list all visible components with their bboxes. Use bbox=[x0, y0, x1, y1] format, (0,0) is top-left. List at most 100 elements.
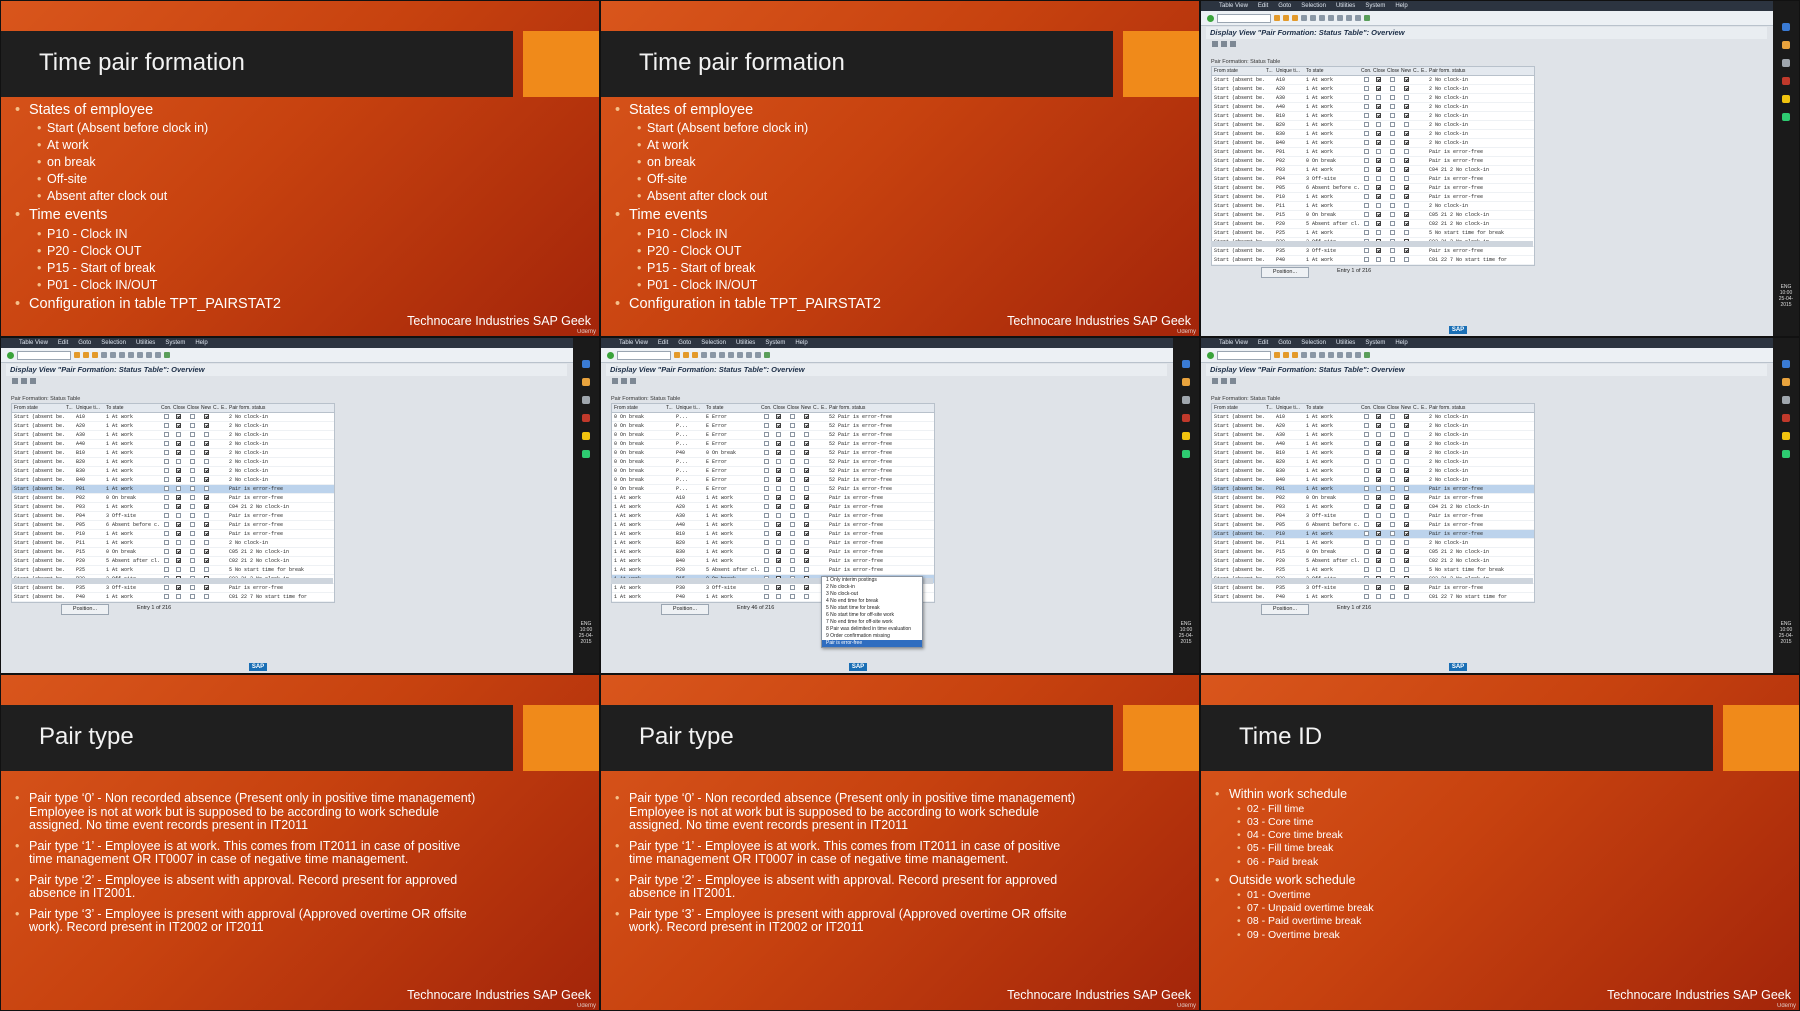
table-row[interactable]: Start (absent be...B401 At work2 No cloc… bbox=[1212, 139, 1534, 148]
table-row[interactable]: Start (absent be...P043 Off-sitePair is … bbox=[12, 512, 334, 521]
checkbox[interactable] bbox=[764, 558, 769, 563]
from-state-cell[interactable]: Start (absent be... bbox=[1212, 413, 1264, 421]
taskbar-app-icon[interactable] bbox=[1782, 113, 1790, 121]
taskbar-app-icon[interactable] bbox=[1182, 414, 1190, 422]
checkbox[interactable] bbox=[190, 594, 195, 599]
pair-status-cell[interactable]: Pair is error-free bbox=[227, 485, 307, 493]
time-event-cell[interactable]: P40 bbox=[674, 593, 704, 601]
table-row[interactable]: Start (absent be...A301 At work2 No cloc… bbox=[1212, 431, 1534, 440]
checkbox[interactable] bbox=[176, 477, 181, 482]
time-event-cell[interactable]: P35 bbox=[74, 584, 104, 592]
checkbox[interactable] bbox=[1376, 441, 1381, 446]
from-state-cell[interactable]: Start (absent be... bbox=[12, 476, 64, 484]
checkbox[interactable] bbox=[1376, 104, 1381, 109]
checkbox[interactable] bbox=[176, 459, 181, 464]
checkbox[interactable] bbox=[1376, 248, 1381, 253]
checkbox[interactable] bbox=[1376, 140, 1381, 145]
checkbox[interactable] bbox=[1364, 149, 1369, 154]
next-page-icon[interactable] bbox=[1346, 352, 1352, 358]
taskbar-app-icon[interactable] bbox=[582, 432, 590, 440]
time-event-cell[interactable]: B40 bbox=[74, 476, 104, 484]
checkbox[interactable] bbox=[776, 423, 781, 428]
enter-icon[interactable] bbox=[1207, 351, 1214, 359]
checkbox[interactable] bbox=[176, 594, 181, 599]
time-event-cell[interactable]: P40 bbox=[1274, 256, 1304, 264]
table-row[interactable]: 0 On break P... E Error 52 Pair is error-fr… bbox=[612, 422, 934, 431]
taskbar-app-icon[interactable] bbox=[1182, 378, 1190, 386]
to-state-cell[interactable]: 5 Absent after cl... bbox=[704, 566, 759, 574]
menu-item[interactable]: Edit bbox=[658, 340, 668, 346]
from-state-cell[interactable]: Start (absent be... bbox=[12, 548, 64, 556]
pair-status-cell[interactable]: 2 No clock-in bbox=[227, 467, 307, 475]
menu-item[interactable]: Table View bbox=[19, 340, 48, 346]
checkbox[interactable] bbox=[1364, 248, 1369, 253]
column-header[interactable]: Con... bbox=[759, 404, 771, 412]
exit-icon[interactable] bbox=[1283, 15, 1289, 21]
column-header[interactable]: Closed bbox=[1371, 404, 1385, 412]
checkbox[interactable] bbox=[1404, 495, 1409, 500]
pair-status-cell[interactable]: Pair is error-free bbox=[1427, 193, 1507, 201]
pair-status-cell[interactable]: 52 Pair is error-free bbox=[827, 467, 907, 475]
to-state-cell[interactable]: 1 At work bbox=[1304, 103, 1359, 111]
checkbox[interactable] bbox=[1404, 104, 1409, 109]
find-icon[interactable] bbox=[719, 352, 725, 358]
column-header[interactable]: Unique ti... bbox=[1274, 67, 1304, 75]
checkbox[interactable] bbox=[176, 522, 181, 527]
checkbox[interactable] bbox=[1376, 432, 1381, 437]
table-row[interactable]: Start (absent be...P056 Absent before c.… bbox=[1212, 184, 1534, 193]
table-row[interactable]: Start (absent be...B301 At work2 No cloc… bbox=[12, 467, 334, 476]
column-header[interactable]: Unique ti... bbox=[74, 404, 104, 412]
to-state-cell[interactable]: 3 Off-site bbox=[704, 584, 759, 592]
to-state-cell[interactable]: 6 Absent before c... bbox=[1304, 521, 1359, 529]
save-icon[interactable] bbox=[1301, 15, 1307, 21]
pair-status-cell[interactable]: 2 No clock-in bbox=[227, 476, 307, 484]
command-field[interactable] bbox=[617, 350, 671, 360]
next-page-icon[interactable] bbox=[146, 352, 152, 358]
from-state-cell[interactable]: Start (absent be... bbox=[12, 512, 64, 520]
pair-status-cell[interactable]: 2 No clock-in bbox=[1427, 103, 1507, 111]
checkbox[interactable] bbox=[204, 549, 209, 554]
to-state-cell[interactable]: 1 At work bbox=[1304, 229, 1359, 237]
save-icon[interactable] bbox=[101, 352, 107, 358]
checkbox[interactable] bbox=[1364, 194, 1369, 199]
checkbox[interactable] bbox=[1364, 522, 1369, 527]
menu-item[interactable]: Goto bbox=[1278, 3, 1291, 9]
pair-status-cell[interactable]: 2 No clock-in bbox=[227, 413, 307, 421]
checkbox[interactable] bbox=[1364, 414, 1369, 419]
to-state-cell[interactable]: 1 At work bbox=[1304, 431, 1359, 439]
time-event-cell[interactable]: P11 bbox=[1274, 539, 1304, 547]
to-state-cell[interactable]: 1 At work bbox=[704, 494, 759, 502]
checkbox[interactable] bbox=[1404, 95, 1409, 100]
checkbox[interactable] bbox=[1376, 558, 1381, 563]
find-icon[interactable] bbox=[119, 352, 125, 358]
checkbox[interactable] bbox=[190, 549, 195, 554]
column-header[interactable]: To state bbox=[1304, 67, 1359, 75]
time-event-cell[interactable]: P02 bbox=[1274, 157, 1304, 165]
from-state-cell[interactable]: Start (absent be... bbox=[1212, 566, 1264, 574]
pair-status-cell[interactable]: 2 No clock-in bbox=[1427, 476, 1507, 484]
checkbox[interactable] bbox=[1390, 194, 1395, 199]
time-event-cell[interactable]: P20 bbox=[1274, 557, 1304, 565]
checkbox[interactable] bbox=[790, 585, 795, 590]
column-header[interactable]: Con... bbox=[1359, 67, 1371, 75]
checkbox[interactable] bbox=[1404, 450, 1409, 455]
time-event-cell[interactable]: B20 bbox=[74, 458, 104, 466]
from-state-cell[interactable]: 1 At work bbox=[612, 530, 664, 538]
menu-item[interactable]: Goto bbox=[678, 340, 691, 346]
pair-status-cell[interactable]: 2 No clock-in bbox=[1427, 422, 1507, 430]
column-header[interactable]: New bbox=[199, 404, 211, 412]
column-header[interactable]: Closed bbox=[771, 404, 785, 412]
column-header[interactable]: From state bbox=[1212, 67, 1264, 75]
checkbox[interactable] bbox=[1364, 212, 1369, 217]
details-icon[interactable] bbox=[1230, 41, 1236, 47]
to-state-cell[interactable]: 5 Absent after cl... bbox=[104, 557, 159, 565]
prev-page-icon[interactable] bbox=[1337, 352, 1343, 358]
table-row[interactable]: Start (absent be...P353 Off-sitePair is … bbox=[1212, 247, 1534, 256]
checkbox[interactable] bbox=[1390, 248, 1395, 253]
table-row[interactable]: Start (absent be...A201 At work2 No cloc… bbox=[1212, 422, 1534, 431]
table-row[interactable]: Start (absent be...B401 At work2 No cloc… bbox=[1212, 476, 1534, 485]
to-state-cell[interactable]: E Error bbox=[704, 422, 759, 430]
checkbox[interactable] bbox=[804, 558, 809, 563]
details-icon[interactable] bbox=[1230, 378, 1236, 384]
column-header[interactable]: Pair form. status bbox=[1427, 67, 1507, 75]
